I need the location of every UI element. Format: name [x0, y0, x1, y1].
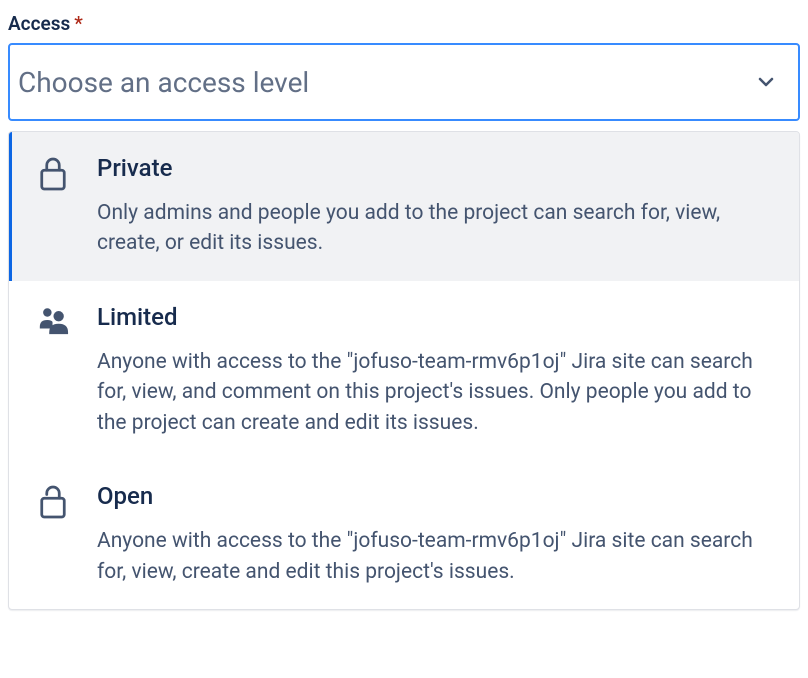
access-option-open[interactable]: Open Anyone with access to the "jofuso-t…: [9, 460, 799, 609]
access-select-placeholder: Choose an access level: [18, 66, 309, 99]
required-asterisk: *: [74, 12, 83, 35]
chevron-down-icon: [754, 70, 778, 94]
access-option-limited-description: Anyone with access to the "jofuso-team-r…: [97, 347, 773, 438]
access-option-private-description: Only admins and people you add to the pr…: [97, 198, 773, 259]
field-label-text: Access: [8, 12, 70, 35]
access-field-label: Access *: [8, 12, 800, 35]
access-option-open-title: Open: [97, 482, 773, 510]
access-option-limited-title: Limited: [97, 303, 773, 331]
access-select-trigger[interactable]: Choose an access level: [8, 43, 800, 121]
access-option-limited-content: Limited Anyone with access to the "jofus…: [97, 303, 773, 438]
people-icon: [37, 305, 69, 337]
access-option-open-content: Open Anyone with access to the "jofuso-t…: [97, 482, 773, 587]
access-dropdown-panel: Private Only admins and people you add t…: [8, 131, 800, 610]
lock-open-icon: [37, 484, 69, 516]
access-option-open-description: Anyone with access to the "jofuso-team-r…: [97, 526, 773, 587]
access-option-private[interactable]: Private Only admins and people you add t…: [9, 132, 799, 281]
access-option-private-content: Private Only admins and people you add t…: [97, 154, 773, 259]
access-option-private-title: Private: [97, 154, 773, 182]
lock-closed-icon: [37, 156, 69, 188]
access-option-limited[interactable]: Limited Anyone with access to the "jofus…: [9, 281, 799, 460]
